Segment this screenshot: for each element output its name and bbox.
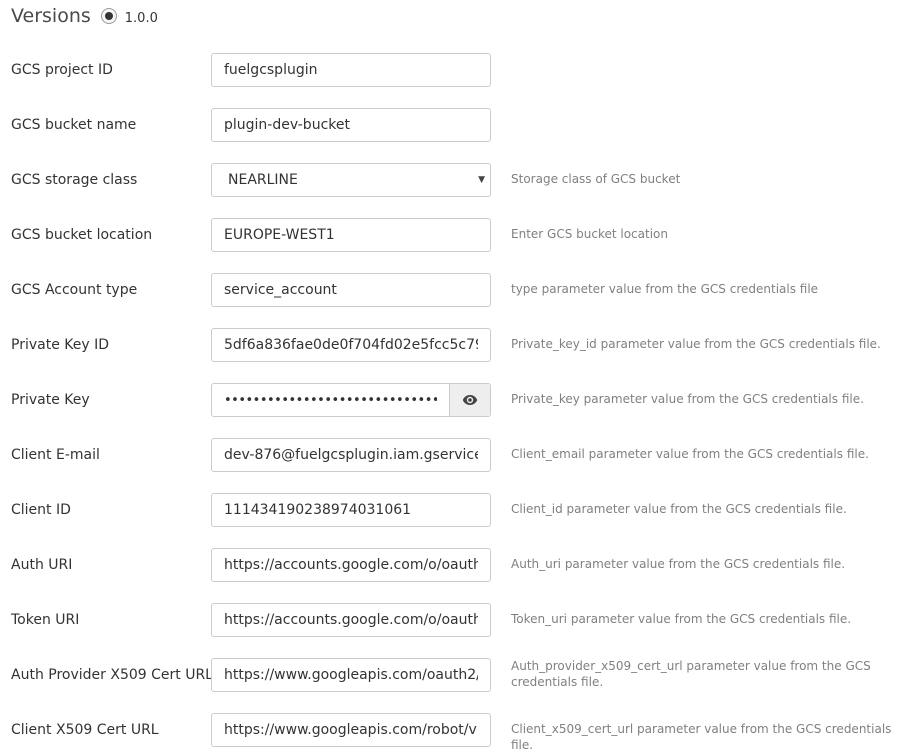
client-cert-input[interactable] — [212, 714, 490, 746]
client-id-input[interactable] — [212, 494, 490, 526]
project-id-field-wrap — [211, 53, 491, 87]
bucket-location-input[interactable] — [212, 219, 490, 251]
field-row-storage-class: GCS storage class NEARLINE ▼ Storage cla… — [0, 163, 917, 197]
private-key-help: Private_key parameter value from the GCS… — [511, 392, 864, 406]
client-email-field-wrap — [211, 438, 491, 472]
field-row-bucket-location: GCS bucket location Enter GCS bucket loc… — [0, 218, 917, 252]
auth-uri-label: Auth URI — [11, 557, 73, 573]
private-key-id-field-wrap — [211, 328, 491, 362]
storage-class-help: Storage class of GCS bucket — [511, 172, 681, 186]
storage-class-select[interactable]: NEARLINE ▼ — [211, 163, 491, 197]
bucket-name-label: GCS bucket name — [11, 117, 137, 133]
version-radio-label[interactable]: 1.0.0 — [125, 11, 158, 26]
client-id-field-wrap — [211, 493, 491, 527]
field-row-client-email: Client E-mail Client_email parameter val… — [0, 438, 917, 472]
auth-uri-help: Auth_uri parameter value from the GCS cr… — [511, 557, 846, 571]
token-uri-label: Token URI — [11, 612, 80, 628]
private-key-field-wrap — [211, 383, 491, 417]
project-id-input[interactable] — [212, 54, 490, 86]
bucket-name-input[interactable] — [212, 109, 490, 141]
versions-header: Versions 1.0.0 — [11, 3, 158, 29]
field-row-auth-provider-cert: Auth Provider X509 Cert URL Auth_provide… — [0, 658, 917, 692]
field-row-project-id: GCS project ID — [0, 53, 917, 87]
client-email-help: Client_email parameter value from the GC… — [511, 447, 869, 461]
storage-class-value: NEARLINE — [228, 172, 298, 188]
eye-icon — [462, 395, 478, 405]
client-cert-label: Client X509 Cert URL — [11, 722, 159, 738]
token-uri-field-wrap — [211, 603, 491, 637]
bucket-location-field-wrap — [211, 218, 491, 252]
client-email-label: Client E-mail — [11, 447, 100, 463]
auth-provider-cert-field-wrap — [211, 658, 491, 692]
version-radio[interactable] — [100, 8, 117, 24]
auth-provider-cert-label: Auth Provider X509 Cert URL — [11, 667, 213, 683]
client-email-input[interactable] — [212, 439, 490, 471]
field-row-bucket-name: GCS bucket name — [0, 108, 917, 142]
field-row-client-id: Client ID Client_id parameter value from… — [0, 493, 917, 527]
project-id-label: GCS project ID — [11, 62, 113, 78]
client-id-help: Client_id parameter value from the GCS c… — [511, 502, 847, 516]
bucket-location-label: GCS bucket location — [11, 227, 153, 243]
field-row-account-type: GCS Account type type parameter value fr… — [0, 273, 917, 307]
account-type-field-wrap — [211, 273, 491, 307]
client-id-label: Client ID — [11, 502, 71, 518]
field-row-auth-uri: Auth URI Auth_uri parameter value from t… — [0, 548, 917, 582]
versions-title: Versions — [11, 5, 91, 27]
private-key-id-label: Private Key ID — [11, 337, 109, 353]
radio-selected-dot — [104, 12, 113, 20]
client-cert-help: Client_x509_cert_url parameter value fro… — [511, 722, 892, 752]
private-key-label: Private Key — [11, 392, 90, 408]
auth-uri-input[interactable] — [212, 549, 490, 581]
account-type-help: type parameter value from the GCS creden… — [511, 282, 819, 296]
field-row-private-key: Private Key Private_key parameter value … — [0, 383, 917, 417]
private-key-id-help: Private_key_id parameter value from the … — [511, 337, 881, 351]
show-password-button[interactable] — [449, 384, 490, 416]
bucket-location-help: Enter GCS bucket location — [511, 227, 668, 241]
private-key-id-input[interactable] — [212, 329, 490, 361]
token-uri-help: Token_uri parameter value from the GCS c… — [511, 612, 852, 626]
auth-provider-cert-help: Auth_provider_x509_cert_url parameter va… — [511, 659, 871, 689]
auth-uri-field-wrap — [211, 548, 491, 582]
account-type-input[interactable] — [212, 274, 490, 306]
field-row-private-key-id: Private Key ID Private_key_id parameter … — [0, 328, 917, 362]
field-row-token-uri: Token URI Token_uri parameter value from… — [0, 603, 917, 637]
bucket-name-field-wrap — [211, 108, 491, 142]
client-cert-field-wrap — [211, 713, 491, 747]
field-row-client-cert: Client X509 Cert URL Client_x509_cert_ur… — [0, 713, 917, 752]
token-uri-input[interactable] — [212, 604, 490, 636]
auth-provider-cert-input[interactable] — [212, 659, 490, 691]
caret-down-icon: ▼ — [478, 175, 485, 185]
private-key-input[interactable] — [212, 384, 450, 416]
storage-class-label: GCS storage class — [11, 172, 138, 188]
account-type-label: GCS Account type — [11, 282, 138, 298]
